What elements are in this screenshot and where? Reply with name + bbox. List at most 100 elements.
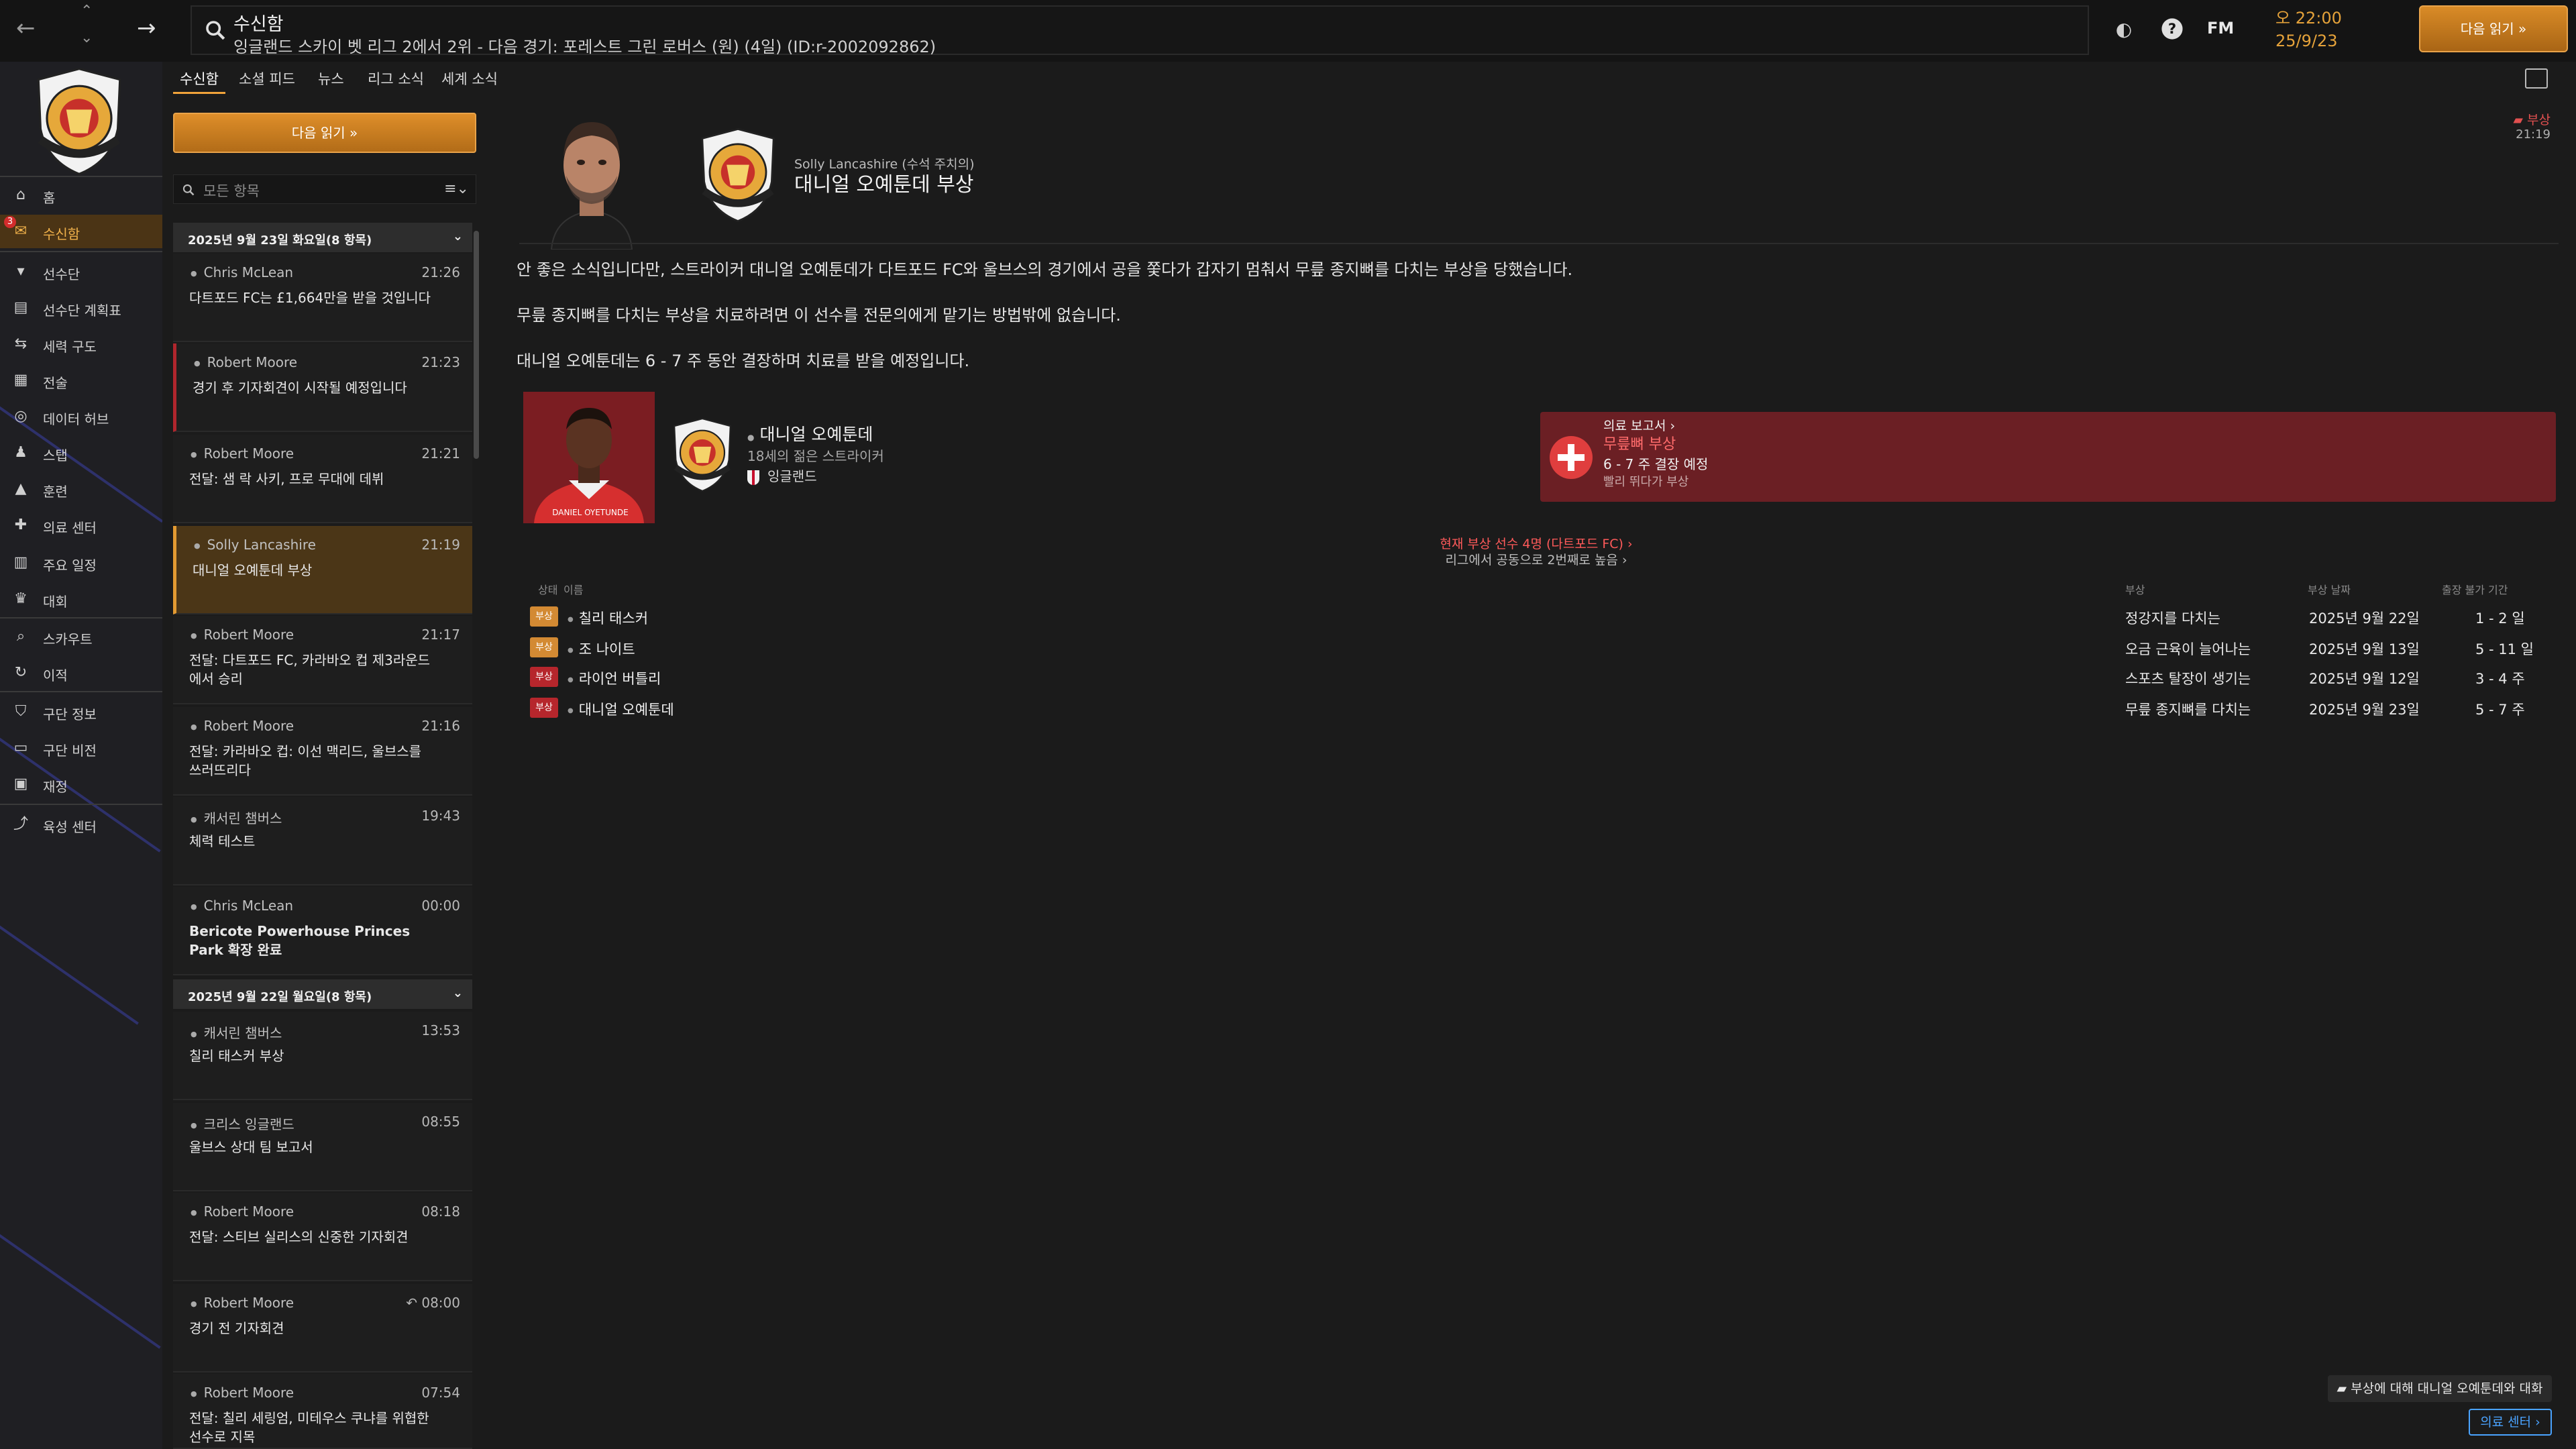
staff-icon: ♟ xyxy=(14,444,28,461)
date-group-header[interactable]: 2025년 9월 22일 월요일(8 항목) ⌄ xyxy=(173,979,472,1009)
data-icon: ◎ xyxy=(14,408,28,425)
player-name[interactable]: 라이언 버틀리 xyxy=(568,668,661,688)
medical-report-card[interactable]: 의료 보고서 › 무릎뼈 부상 6 - 7 주 결장 예정 빨리 뛰다가 부상 xyxy=(1540,412,2556,502)
body-paragraph: 무릎 종지뼈를 다치는 부상을 치료하려면 이 선수를 전문의에게 맡기는 방법… xyxy=(517,306,1121,325)
date-group-header[interactable]: 2025년 9월 23일 화요일(8 항목) ⌄ xyxy=(173,223,472,252)
player-age: 18세의 젊은 스트라이커 xyxy=(747,448,884,464)
inbox-message[interactable]: Chris McLean 00:00 Bericote Powerhouse P… xyxy=(173,887,472,975)
help-icon[interactable]: ? xyxy=(2160,17,2184,42)
medical-center-button[interactable]: 의료 센터 › xyxy=(2469,1409,2552,1436)
club-crest-icon[interactable] xyxy=(25,64,133,178)
sidebar-item-transfers[interactable]: ↻ 이적 xyxy=(0,656,162,690)
inbox-message[interactable]: Robert Moore 21:16 전달: 카라바오 컵: 이선 맥리드, 울… xyxy=(173,707,472,796)
filter-input[interactable]: 모든 항목 xyxy=(203,180,260,201)
game-clock[interactable]: 오 22:00 25/9/23 xyxy=(2275,7,2342,52)
inbox-message[interactable]: 캐서린 챔버스 13:53 칠리 태스커 부상 xyxy=(173,1012,472,1100)
medical-icon: ✚ xyxy=(14,517,28,533)
inbox-scrollbar[interactable] xyxy=(474,231,479,459)
club-crest-icon[interactable] xyxy=(691,125,785,225)
tab-news[interactable]: 뉴스 xyxy=(311,67,351,94)
tab-league-news[interactable]: 리그 소식 xyxy=(361,67,431,94)
inbox-message[interactable]: Robert Moore 21:17 전달: 다트포드 FC, 카라바오 컵 제… xyxy=(173,616,472,704)
inbox-message[interactable]: Robert Moore 21:21 전달: 샘 락 사키, 프로 무대에 데뷔 xyxy=(173,435,472,523)
sidebar-item-home[interactable]: ⌂ 홈 xyxy=(0,178,162,212)
player-photo[interactable]: DANIEL OYETUNDE xyxy=(523,392,655,523)
injury-tag: ▰ 부상 xyxy=(2513,113,2551,127)
dynamics-icon: ⇆ xyxy=(14,335,28,352)
player-card[interactable]: DANIEL OYETUNDE ● 대니얼 오예툰데 18세의 젊은 스트라이커 … xyxy=(523,392,899,526)
history-down-icon[interactable]: ⌄ xyxy=(80,30,93,46)
table-row[interactable]: 부상 조 나이트 오금 근육이 늘어나는 2025년 9월 13일 5 - 11… xyxy=(530,633,2556,663)
sidebar-item-club-info[interactable]: ⛉ 구단 정보 xyxy=(0,695,162,729)
column-header-out[interactable]: 출장 불가 기간 xyxy=(2442,581,2508,597)
sidebar-item-competitions[interactable]: ♛ 대회 xyxy=(0,582,162,616)
finance-icon: ▣ xyxy=(13,775,28,792)
sidebar-item-squad[interactable]: ▾ 선수단 xyxy=(0,255,162,288)
sidebar-item-data-hub[interactable]: ◎ 데이터 허브 xyxy=(0,400,162,433)
player-name[interactable]: ● 대니얼 오예툰데 xyxy=(747,421,873,445)
medical-report-link[interactable]: 의료 보고서 › xyxy=(1603,416,1675,434)
league-rank-link[interactable]: 리그에서 공동으로 2번째로 높음 › xyxy=(496,550,2576,568)
filter-options-icon[interactable]: ≡⌄ xyxy=(444,180,469,197)
history-up-icon[interactable]: ⌃ xyxy=(80,3,93,19)
tab-world-news[interactable]: 세계 소식 xyxy=(435,67,504,94)
back-arrow-icon[interactable]: ← xyxy=(16,15,36,42)
table-row[interactable]: 부상 칠리 태스커 정강지를 다치는 2025년 9월 22일 1 - 2 일 xyxy=(530,602,2556,632)
inbox-message[interactable]: Robert Moore 21:23 경기 후 기자회견이 시작될 예정입니다 xyxy=(173,343,472,432)
club-crest-icon[interactable] xyxy=(665,415,739,495)
sidebar-item-schedule[interactable]: ▥ 주요 일정 xyxy=(0,546,162,580)
inbox-continue-button[interactable]: 다음 읽기 » xyxy=(173,113,476,153)
sidebar-item-medical[interactable]: ✚ 의료 센터 xyxy=(0,508,162,542)
sidebar-item-staff[interactable]: ♟ 스탭 xyxy=(0,436,162,470)
player-name[interactable]: 대니얼 오예툰데 xyxy=(568,699,674,719)
table-row[interactable]: 부상 라이언 버틀리 스포츠 탈장이 생기는 2025년 9월 12일 3 - … xyxy=(530,663,2556,692)
inbox-message[interactable]: Robert Moore 08:18 전달: 스티브 실리스의 신중한 기자회견 xyxy=(173,1193,472,1281)
tab-social-feed[interactable]: 소셜 피드 xyxy=(232,67,302,94)
development-icon: ⤴ xyxy=(13,816,28,833)
continue-button[interactable]: 다음 읽기 » xyxy=(2419,5,2568,52)
screen-capture-icon[interactable] xyxy=(2525,68,2548,89)
injured-count-link[interactable]: 현재 부상 선수 4명 (다트포드 FC) › xyxy=(496,534,2576,552)
transfer-icon: ↻ xyxy=(14,664,28,681)
fm-logo[interactable]: FM xyxy=(2207,19,2234,38)
search-icon xyxy=(182,184,195,196)
column-header-status[interactable]: 상태 xyxy=(538,581,557,597)
sidebar-item-finances[interactable]: ▣ 재정 xyxy=(0,767,162,801)
player-name[interactable]: 칠리 태스커 xyxy=(568,608,648,628)
column-header-date[interactable]: 부상 날짜 xyxy=(2308,581,2351,597)
inbox-message-selected[interactable]: Solly Lancashire 21:19 대니얼 오예툰데 부상 xyxy=(173,526,472,614)
player-name[interactable]: 조 나이트 xyxy=(568,639,635,659)
sidebar-item-scouting[interactable]: ⌕ 스카우트 xyxy=(0,620,162,653)
message-headline: 대니얼 오예툰데 부상 xyxy=(794,173,974,197)
column-header-injury[interactable]: 부상 xyxy=(2125,581,2145,597)
sidebar-item-tactics[interactable]: ▦ 전술 xyxy=(0,364,162,397)
tab-inbox[interactable]: 수신함 xyxy=(173,67,225,94)
column-header-name[interactable]: 이름 xyxy=(564,581,583,597)
inbox-message[interactable]: Robert Moore ↶ 08:00 경기 전 기자회견 xyxy=(173,1284,472,1373)
inbox-message[interactable]: Robert Moore 07:54 전달: 칠리 세링엄, 미테우스 쿠냐를 … xyxy=(173,1374,472,1449)
inbox-message[interactable]: Chris McLean 21:26 다트포드 FC는 £1,664만을 받을 … xyxy=(173,254,472,342)
tab-bar: 수신함 소셜 피드 뉴스 리그 소식 세계 소식 xyxy=(162,62,2576,97)
calendar-icon: ▥ xyxy=(13,554,28,571)
page-title-bar[interactable]: 수신함 잉글랜드 스카이 벳 리그 2에서 2위 - 다음 경기: 포레스트 그… xyxy=(191,5,2089,56)
page-subtitle: 잉글랜드 스카이 벳 리그 2에서 2위 - 다음 경기: 포레스트 그린 로버… xyxy=(233,38,936,56)
inbox-filter[interactable]: 모든 항목 ≡⌄ xyxy=(173,174,476,204)
inbox-message[interactable]: 캐서린 챔버스 19:43 체력 테스트 xyxy=(173,797,472,885)
sidebar-item-training[interactable]: ▲ 훈련 xyxy=(0,472,162,506)
sidebar-item-squad-planner[interactable]: ▤ 선수단 계획표 xyxy=(0,291,162,325)
discuss-injury-button[interactable]: ▰ 부상에 대해 대니얼 오예툰데와 대화 xyxy=(2328,1375,2552,1402)
player-nation[interactable]: 잉글랜드 xyxy=(747,466,817,485)
forward-arrow-icon[interactable]: → xyxy=(137,15,156,42)
training-icon: ▲ xyxy=(15,480,27,497)
sidebar-item-development[interactable]: ⤴ 육성 센터 xyxy=(0,808,162,841)
staff-avatar[interactable] xyxy=(538,109,645,250)
sidebar-item-club-vision[interactable]: ▭ 구단 비전 xyxy=(0,731,162,765)
sidebar-item-dynamics[interactable]: ⇆ 세력 구도 xyxy=(0,327,162,361)
clock-date: 25/9/23 xyxy=(2275,32,2338,50)
globe-icon[interactable]: ◐ xyxy=(2112,17,2136,42)
inbox-list: 다음 읽기 » 모든 항목 ≡⌄ 2025년 9월 23일 화요일(8 항목) … xyxy=(169,101,482,1449)
table-row[interactable]: 부상 대니얼 오예툰데 무릎 종지뼈를 다치는 2025년 9월 23일 5 -… xyxy=(530,694,2556,723)
inbox-message[interactable]: 크리스 잉글랜드 08:55 울브스 상대 팀 보고서 xyxy=(173,1103,472,1191)
message-body: Solly Lancashire (수석 주치의) 대니얼 오예툰데 부상 ▰ … xyxy=(496,101,2576,1449)
sidebar-item-inbox[interactable]: ✉ 3 수신함 xyxy=(0,215,162,248)
